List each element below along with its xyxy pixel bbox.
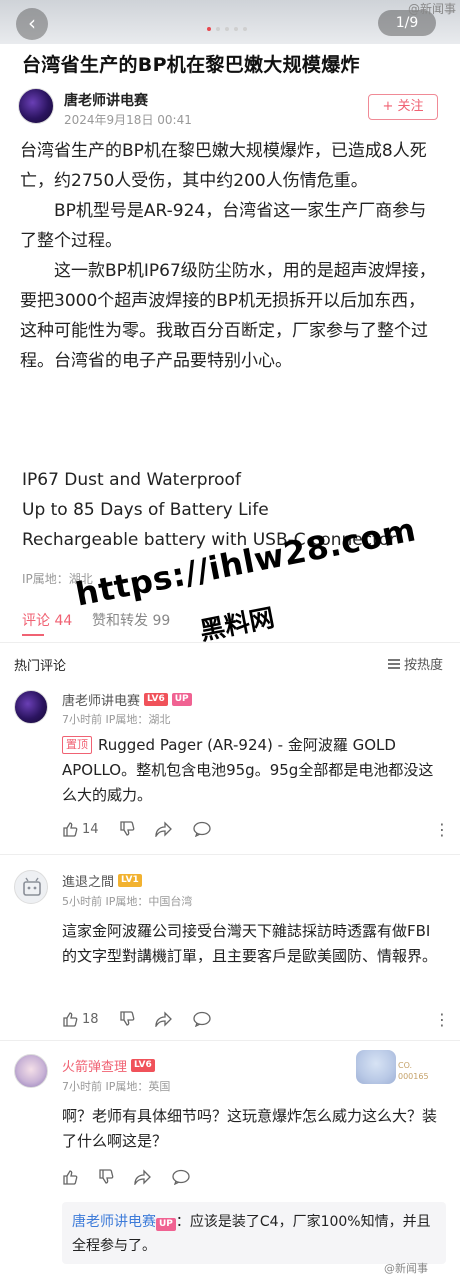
sort-button[interactable]: 按热度	[388, 654, 443, 673]
up-badge: UP	[156, 1218, 176, 1231]
commenter-name[interactable]: 進退之間	[62, 871, 114, 890]
more-options-icon[interactable]: ⋮	[434, 1012, 450, 1028]
like-button[interactable]: 18	[62, 1011, 99, 1027]
dislike-button[interactable]	[98, 1169, 114, 1185]
share-button[interactable]	[134, 1169, 152, 1185]
nested-reply[interactable]: 唐老师讲电赛 UP ：应该是装了C4，厂家100%知情，并且全程参与了。	[62, 1202, 446, 1264]
comment-meta: 7小时前 IP属地：英国	[62, 1080, 171, 1093]
up-badge: UP	[171, 693, 192, 706]
author-name[interactable]: 唐老师讲电赛	[64, 90, 148, 110]
commenter-avatar[interactable]	[14, 870, 48, 904]
divider	[0, 854, 460, 855]
commenter-name-row: 火箭弹查理 LV6	[62, 1056, 155, 1075]
overlay-watermark-text: 黑料网	[197, 602, 277, 646]
sort-icon	[388, 658, 400, 669]
bottom-watermark: @新闻事	[384, 1262, 428, 1275]
post-paragraph: 台湾省生产的BP机在黎巴嫩大规模爆炸，已造成8人死亡，约2750人受伤，其中约2…	[20, 141, 427, 191]
commenter-avatar[interactable]	[14, 690, 48, 724]
image-pager-dots	[207, 27, 247, 31]
pinned-badge: 置顶	[62, 736, 92, 754]
comment-text: 置顶 Rugged Pager (AR-924) - 金阿波羅 GOLD APOL…	[62, 733, 444, 808]
comment-text: 啊？老师有具体细节吗？这玩意爆炸怎么威力这么大？装了什么啊这是？	[62, 1107, 438, 1150]
post-title: 台湾省生产的BP机在黎巴嫩大规模爆炸	[22, 54, 360, 76]
like-button[interactable]	[62, 1169, 78, 1185]
overlay-watermark-url: https://ihlw28.com	[72, 510, 420, 614]
spec-line: Up to 85 Days of Battery Life	[22, 500, 269, 520]
follow-button[interactable]: + 关注	[368, 94, 438, 120]
post-date: 2024年9月18日 00:41	[64, 113, 192, 127]
more-options-icon[interactable]: ⋮	[434, 822, 450, 838]
dislike-button[interactable]	[119, 821, 135, 837]
like-count: 14	[82, 821, 99, 837]
commenter-name-row: 進退之間 LV1	[62, 871, 142, 890]
tab-active-indicator	[22, 634, 44, 636]
author-avatar[interactable]	[18, 88, 54, 124]
comment-text: 這家金阿波羅公司接受台灣天下雜誌採訪時透露有做FBI的文字型對講機訂單，且主要客…	[62, 922, 438, 965]
share-button[interactable]	[154, 1011, 173, 1027]
level-badge: LV6	[144, 693, 168, 706]
post-paragraph: 这一款BP机IP67级防尘防水，用的是超声波焊接，要把3000个超声波焊接的BP…	[20, 261, 436, 371]
share-button[interactable]	[154, 821, 173, 837]
comment-body: Rugged Pager (AR-924) - 金阿波羅 GOLD APOLLO…	[62, 736, 434, 804]
commenter-name-row: 唐老师讲电赛 LV6 UP	[62, 690, 192, 709]
default-avatar-icon	[23, 877, 41, 896]
commenter-avatar[interactable]	[14, 1054, 48, 1088]
commenter-name[interactable]: 唐老师讲电赛	[62, 690, 140, 709]
post-body: 台湾省生产的BP机在黎巴嫩大规模爆炸，已造成8人死亡，约2750人受伤，其中约2…	[20, 136, 442, 376]
thumbs-down-icon	[99, 1169, 114, 1184]
comment-actions	[62, 1169, 210, 1185]
reply-button[interactable]	[192, 821, 211, 837]
tab-comments[interactable]: 评论 44	[22, 610, 72, 630]
comment-bubble-icon	[192, 821, 211, 837]
reply-button[interactable]	[192, 1011, 211, 1027]
dislike-button[interactable]	[119, 1011, 135, 1027]
sort-label: 按热度	[404, 658, 444, 673]
thumbs-down-icon	[119, 1011, 134, 1026]
divider	[0, 1040, 460, 1041]
thumbs-up-icon	[63, 822, 78, 837]
reply-author[interactable]: 唐老师讲电赛	[72, 1214, 156, 1230]
decoration-badge-line: CO.	[398, 1061, 413, 1070]
comment-actions: 14	[62, 821, 231, 837]
share-icon	[154, 1011, 172, 1027]
comment-meta: 7小时前 IP属地：湖北	[62, 713, 171, 726]
hot-comments-title: 热门评论	[14, 659, 67, 674]
decoration-badge: CO. 000165	[398, 1060, 429, 1082]
reply-button[interactable]	[172, 1169, 190, 1185]
comment-meta: 5小时前 IP属地：中国台湾	[62, 895, 193, 908]
commenter-name[interactable]: 火箭弹查理	[62, 1056, 127, 1075]
top-bar: ‹ 1/9 @新闻事	[0, 0, 460, 44]
thumbs-up-icon	[63, 1012, 78, 1027]
post-paragraph: BP机型号是AR-924，台湾省这一家生产厂商参与了整个过程。	[20, 201, 427, 251]
decoration-badge-line: 000165	[398, 1072, 429, 1081]
share-icon	[154, 821, 172, 837]
level-badge: LV6	[131, 1059, 155, 1072]
divider	[0, 642, 460, 643]
back-button[interactable]: ‹	[16, 8, 48, 40]
top-watermark: @新闻事	[407, 2, 456, 16]
decoration-pendant	[356, 1050, 396, 1084]
tab-reposts[interactable]: 赞和转发 99	[92, 610, 170, 630]
comment-bubble-icon	[192, 1011, 211, 1027]
level-badge: LV1	[118, 874, 142, 887]
share-icon	[134, 1169, 151, 1185]
like-button[interactable]: 14	[62, 821, 99, 837]
thumbs-up-icon	[63, 1170, 78, 1185]
like-count: 18	[82, 1011, 99, 1027]
comment-actions: 18	[62, 1011, 231, 1027]
comment-bubble-icon	[172, 1169, 190, 1185]
spec-line: IP67 Dust and Waterproof	[22, 470, 241, 490]
thumbs-down-icon	[119, 821, 134, 836]
